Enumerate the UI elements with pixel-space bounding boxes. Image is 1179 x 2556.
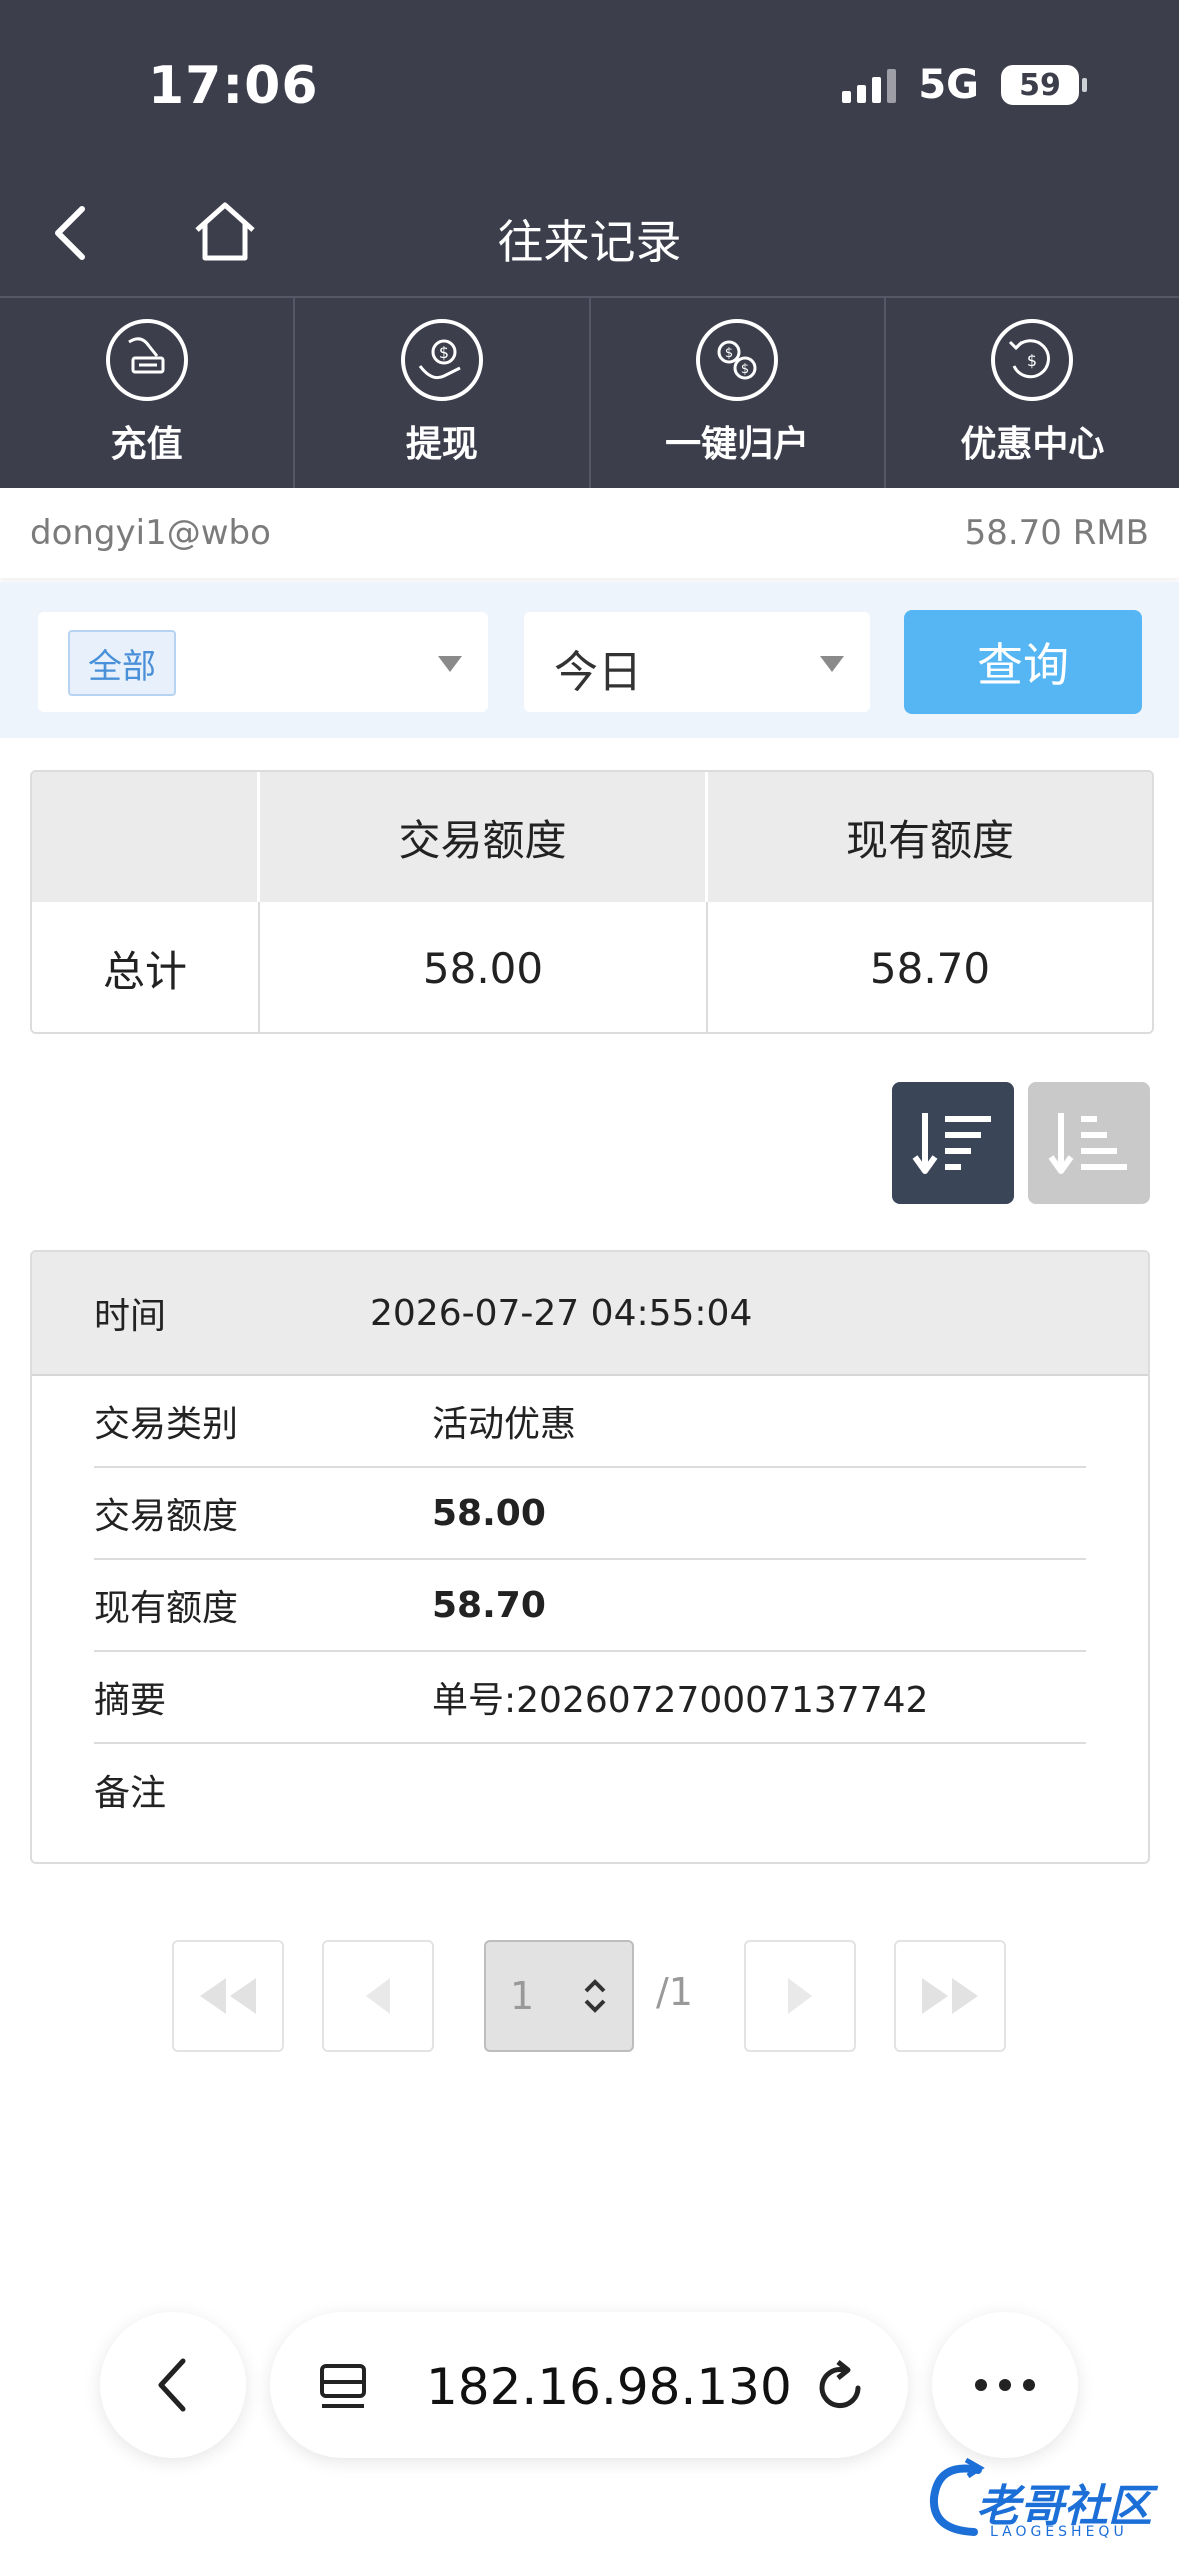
caret-down-icon (438, 656, 462, 672)
quick-action-recharge[interactable]: 充值 (0, 298, 296, 488)
date-selected: 今日 (554, 647, 642, 698)
current-page: 1 (510, 1974, 535, 2018)
record-row-label: 备注 (94, 1773, 167, 1814)
last-page-icon (922, 1978, 978, 2014)
record-row-value: 58.00 (432, 1492, 546, 1534)
record-time-label: 时间 (94, 1296, 167, 1337)
svg-text:$: $ (1027, 351, 1037, 370)
summary-table: 交易额度 现有额度 总计 58.00 58.70 (30, 770, 1154, 1034)
watermark-logo: 老哥社区 LAOGESHEQU (918, 2448, 1168, 2548)
recharge-icon (105, 319, 188, 401)
promo-center-icon: $ (991, 319, 1074, 401)
total-pages: /1 (656, 1970, 693, 2014)
network-type: 5G (918, 62, 979, 108)
transfer-back-icon: $ $ (696, 319, 779, 401)
account-balance: 58.70 RMB (964, 513, 1149, 553)
account-username: dongyi1@wbo (30, 513, 271, 553)
more-icon (975, 2379, 987, 2391)
record-row: 现有额度 58.70 (94, 1560, 1086, 1652)
quick-action-label: 提现 (405, 424, 478, 465)
sort-descending-icon (912, 1113, 991, 1174)
record-rows: 交易类别 活动优惠 交易额度 58.00 现有额度 58.70 摘要 单号:20… (32, 1376, 1148, 1836)
signal-icon (842, 67, 897, 103)
record-row: 摘要 单号:202607270007137742 (94, 1652, 1086, 1744)
svg-text:$: $ (439, 343, 449, 362)
pagination: 1 /1 (0, 1940, 1179, 2054)
summary-header-cell: 现有额度 (845, 815, 1014, 865)
record-row: 备注 (94, 1744, 1086, 1836)
query-button[interactable]: 查询 (904, 610, 1142, 714)
quick-action-label: 一键归户 (665, 424, 810, 465)
chevron-left-icon (158, 2358, 186, 2412)
record-row-label: 现有额度 (94, 1588, 239, 1629)
quick-action-label: 优惠中心 (960, 424, 1105, 465)
type-selected-chip[interactable]: 全部 (68, 630, 176, 696)
quick-action-label: 充值 (110, 424, 183, 465)
sort-ascending-icon (1048, 1113, 1127, 1174)
record-row: 交易额度 58.00 (94, 1468, 1086, 1560)
first-page-icon (200, 1978, 256, 2014)
browser-back-button[interactable] (100, 2312, 246, 2458)
record-header: 时间 2026-07-27 04:55:04 (32, 1252, 1148, 1376)
sort-ascending-button[interactable] (1028, 1082, 1150, 1204)
quick-action-transfer-back[interactable]: $ $ 一键归户 (591, 298, 886, 488)
record-row: 交易类别 活动优惠 (94, 1376, 1086, 1468)
summary-total-row: 总计 58.00 58.70 (32, 902, 1152, 1032)
record-row-label: 交易额度 (94, 1496, 239, 1537)
quick-action-withdraw[interactable]: $ 提现 (295, 298, 591, 488)
last-page-button[interactable] (894, 1940, 1006, 2052)
svg-text:$: $ (725, 346, 733, 361)
record-time-value: 2026-07-27 04:55:04 (370, 1292, 753, 1334)
status-indicators: 5G 59 (842, 62, 1087, 108)
home-button[interactable] (186, 196, 264, 268)
svg-text:$: $ (741, 362, 749, 377)
browser-more-button[interactable] (932, 2312, 1078, 2458)
record-row-value: 活动优惠 (432, 1404, 577, 1445)
url-text: 182.16.98.130 (426, 2358, 792, 2416)
prev-page-button[interactable] (322, 1940, 434, 2052)
reload-icon[interactable] (814, 2358, 868, 2416)
nav-bar: 往来记录 (0, 170, 1179, 296)
status-time: 17:06 (148, 56, 319, 116)
battery-level: 59 (1019, 67, 1061, 103)
tabs-list-icon (320, 2364, 366, 2408)
record-row-label: 交易类别 (94, 1404, 239, 1445)
first-page-button[interactable] (172, 1940, 284, 2052)
status-bar: 17:06 5G 59 (0, 0, 1179, 170)
quick-actions-bar: 充值 $ 提现 $ $ 一键归户 $ 优惠中心 (0, 296, 1179, 488)
quick-action-promo-center[interactable]: $ 优惠中心 (886, 298, 1179, 488)
summary-cell: 58.00 (260, 902, 708, 1032)
record-row-label: 摘要 (94, 1680, 167, 1721)
chevron-left-icon (55, 206, 85, 260)
next-page-icon (788, 1978, 812, 2014)
date-select[interactable]: 今日 (524, 612, 870, 712)
battery-icon: 59 (1001, 65, 1087, 105)
summary-header-cell: 交易额度 (260, 772, 708, 902)
header-region: 17:06 5G 59 往来记录 充值 $ 提现 $ $ 一键归户 $ 优惠中心 (0, 0, 1179, 488)
next-page-button[interactable] (744, 1940, 856, 2052)
record-row-value: 单号:202607270007137742 (432, 1680, 929, 1721)
home-icon (195, 202, 255, 261)
summary-header-cell (32, 772, 260, 902)
summary-cell: 总计 (32, 902, 260, 1032)
up-down-chevron-icon (584, 1979, 606, 2013)
page-select[interactable]: 1 (484, 1940, 634, 2052)
withdraw-icon: $ (400, 319, 483, 401)
summary-header-row: 交易额度 现有额度 (32, 772, 1152, 902)
record-card: 时间 2026-07-27 04:55:04 交易类别 活动优惠 交易额度 58… (30, 1250, 1150, 1864)
filter-bar: 全部 今日 查询 (0, 582, 1179, 738)
summary-cell: 58.70 (869, 943, 991, 993)
page-title: 往来记录 (497, 215, 682, 269)
address-bar[interactable]: 182.16.98.130 (270, 2312, 908, 2458)
back-button[interactable] (40, 200, 100, 266)
prev-page-icon (366, 1978, 390, 2014)
type-select[interactable]: 全部 (38, 612, 488, 712)
sort-descending-button[interactable] (892, 1082, 1014, 1204)
watermark-subtext: LAOGESHEQU (990, 2524, 1128, 2540)
caret-down-icon (820, 656, 844, 672)
page: 17:06 5G 59 往来记录 充值 $ 提现 $ $ 一键归户 $ 优惠中心… (0, 0, 1179, 2556)
record-row-value: 58.70 (432, 1584, 546, 1626)
account-row: dongyi1@wbo 58.70 RMB (0, 488, 1179, 578)
